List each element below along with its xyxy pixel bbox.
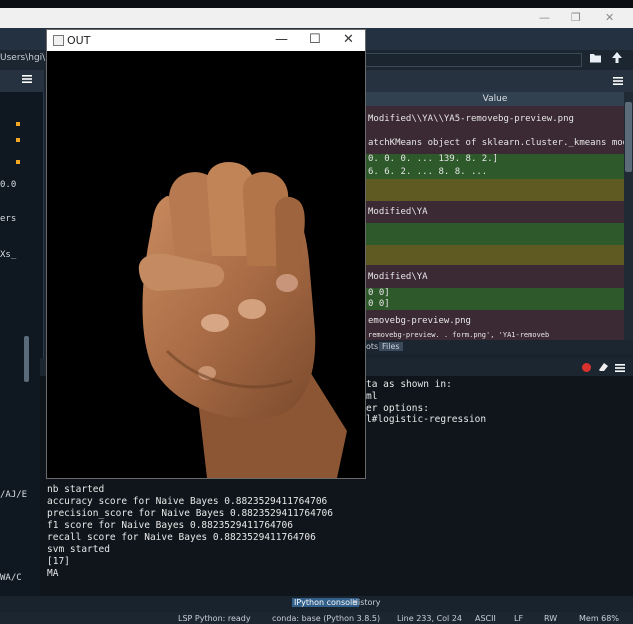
variable-row[interactable]: 6. 6. 2. ... 8. 8. ... [366,165,624,179]
conda-status: conda: base (Python 3.8.5) [272,614,381,623]
variable-row[interactable]: 0 0] [366,299,624,310]
variable-row[interactable]: Modified\YA [366,201,624,223]
console-line: nb started [47,484,105,495]
out-minimize-button[interactable]: — [275,32,288,47]
scrollbar-thumb[interactable] [625,102,632,172]
variable-row[interactable]: atchKMeans object of sklearn.cluster._km… [366,133,624,153]
variable-explorer: Value Modified\\YA\\YA5-removebg-preview… [366,70,633,350]
code-fragment: Xs_ [0,250,17,260]
variable-row[interactable]: Modified\YA [366,268,624,286]
out-window-title: OUT [67,34,91,47]
editor-scrollbar[interactable] [24,336,29,382]
console-line: ml [366,391,378,402]
console-line: recall score for Naive Bayes 0.882352941… [47,532,316,543]
ide-close-button[interactable]: ✕ [605,11,614,24]
menu-icon[interactable] [22,73,32,87]
pane-tabs: ots Files [366,340,633,354]
console-line: [17] [47,556,70,567]
variable-row[interactable]: 0 0] [366,288,624,299]
menu-icon[interactable] [613,75,623,89]
ide-minimize-button[interactable]: — [539,11,550,24]
console-line: ta as shown in: [366,379,452,390]
console-line: svm started [47,544,110,555]
out-maximize-button[interactable]: ☐ [309,32,321,47]
console-line: MA [47,568,59,579]
hand-fist-image [138,161,347,478]
rw-status: RW [544,614,558,623]
status-bar: LSP Python: ready conda: base (Python 3.… [0,612,633,624]
console-line: er options: [366,403,429,414]
folder-open-icon[interactable] [589,52,603,67]
out-close-button[interactable]: ✕ [343,32,354,47]
menu-icon[interactable] [615,362,625,376]
cursor-position: Line 233, Col 24 [397,614,462,623]
variable-row[interactable]: Modified\\YA\\YA5-removebg-preview.png [366,109,624,129]
out-window-titlebar[interactable]: OUT — ☐ ✕ [47,30,365,51]
ide-maximize-button[interactable]: ❐ [571,11,581,24]
variable-row[interactable] [366,223,624,245]
variable-table: Value Modified\\YA\\YA5-removebg-preview… [366,92,624,340]
editor-header [0,70,44,92]
working-directory-field[interactable] [362,53,582,67]
code-fragment: ers [0,214,17,224]
editor-warning-marker [16,138,20,142]
tab-history[interactable]: History [350,598,382,607]
window-app-icon [53,35,64,46]
ide-titlebar: — ❐ ✕ [0,8,633,28]
variable-row[interactable]: removebg-preview. . form.png', 'YA1-remo… [366,331,624,340]
console-tabs: IPython console History [0,596,633,612]
stop-icon[interactable] [582,363,591,372]
variable-explorer-header [366,70,633,92]
tab-files[interactable]: Files [379,342,403,351]
editor-warning-marker [16,160,20,164]
code-fragment: 0.0 [0,180,17,190]
code-fragment: WA/C [0,573,22,583]
lsp-status: LSP Python: ready [178,614,251,623]
camera-frame [47,51,365,478]
value-column-header[interactable]: Value [366,92,624,106]
variable-row[interactable]: 0. 0. 0. ... 139. 8. 2.] [366,154,624,165]
console-line: f1 score for Naive Bayes 0.8823529411764… [47,520,293,531]
encoding-status: ASCII [475,614,496,623]
variable-row[interactable] [366,179,624,201]
memory-status: Mem 68% [579,614,619,623]
editor-warning-marker [16,122,20,126]
variable-explorer-scrollbar[interactable] [624,92,633,340]
eraser-icon[interactable] [597,361,609,375]
tab-plots[interactable]: ots [366,342,378,351]
variable-row[interactable]: emovebg-preview.png [366,313,624,329]
out-window: OUT — ☐ ✕ [46,29,366,479]
up-arrow-icon[interactable] [611,51,623,67]
console-line: l#logistic-regression [366,414,487,425]
console-line: accuracy score for Naive Bayes 0.8823529… [47,496,328,507]
console-line: precision_score for Naive Bayes 0.882352… [47,508,333,519]
code-fragment: /AJ/E [0,490,28,500]
editor-pane: 0.0 ers Xs_ /AJ/E WA/C [0,70,44,610]
eol-status: LF [514,614,524,623]
variable-row[interactable] [366,245,624,265]
